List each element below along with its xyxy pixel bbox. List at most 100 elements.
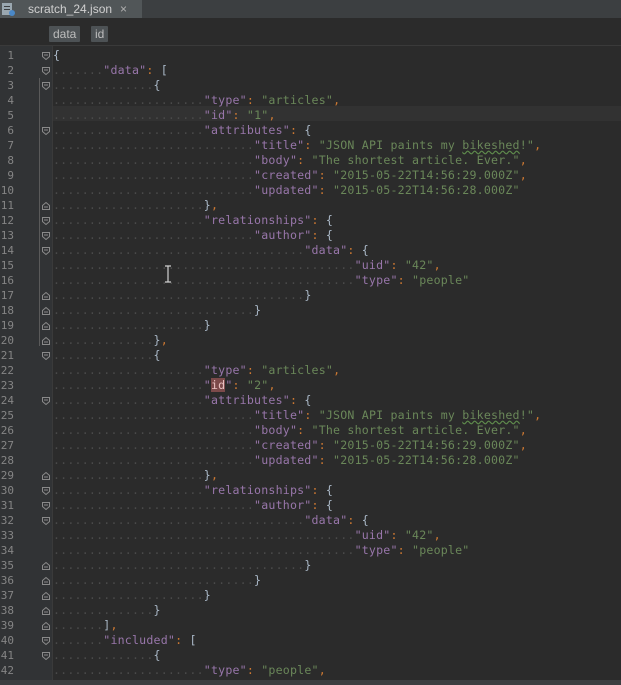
code-line[interactable]: .......],	[53, 618, 118, 633]
code-line[interactable]: ..............}	[53, 603, 161, 618]
code-line[interactable]: .....................},	[53, 198, 218, 213]
fold-end-icon[interactable]	[42, 577, 50, 585]
code-line[interactable]: ........................................…	[53, 273, 469, 288]
code-line[interactable]: ............................"created": "…	[53, 438, 527, 453]
json-punctuation: :	[289, 123, 305, 137]
json-punctuation: :	[232, 108, 247, 122]
code-line[interactable]: ............................"body": "The…	[53, 423, 527, 438]
code-line[interactable]: ...................................}	[53, 288, 312, 303]
code-line[interactable]: ............................"updated": "…	[53, 453, 520, 468]
indent-guide: ............................	[53, 138, 255, 152]
code-line[interactable]: ....................."type": "articles",	[53, 363, 340, 378]
fold-end-icon[interactable]	[42, 622, 50, 630]
fold-end-icon[interactable]	[42, 472, 50, 480]
code-line[interactable]: ............................}	[53, 303, 261, 318]
code-line[interactable]: ............................"author": {	[53, 498, 333, 513]
line-number: 38	[0, 604, 14, 617]
close-tab-icon[interactable]: ×	[120, 2, 127, 16]
code-line[interactable]: .....................}	[53, 588, 211, 603]
fold-end-icon[interactable]	[42, 307, 50, 315]
fold-collapse-icon[interactable]	[42, 247, 50, 255]
breadcrumb-item-data[interactable]: data	[49, 26, 81, 42]
code-line[interactable]: ............................"created": "…	[53, 168, 527, 183]
json-punctuation: :	[311, 498, 326, 512]
code-line[interactable]: ..................................."data…	[53, 243, 369, 258]
json-punctuation: :	[297, 423, 312, 437]
code-line[interactable]: ........................................…	[53, 258, 441, 273]
code-line[interactable]: ..................................."data…	[53, 513, 369, 528]
code-line[interactable]: ..............{	[53, 78, 161, 93]
line-number: 7	[7, 139, 14, 152]
json-string: "The shortest article. Ever."	[311, 153, 520, 167]
fold-end-icon[interactable]	[42, 592, 50, 600]
json-string: "1"	[246, 108, 269, 122]
code-line[interactable]: ............................"author": {	[53, 228, 333, 243]
json-punctuation: }	[254, 303, 262, 317]
fold-end-icon[interactable]	[42, 337, 50, 345]
line-number: 34	[0, 544, 14, 557]
code-line[interactable]: ....................."attributes": {	[53, 123, 312, 138]
code-line[interactable]: ....................."type": "people",	[53, 663, 326, 678]
code-line[interactable]: ....................."relationships": {	[53, 213, 333, 228]
fold-collapse-icon[interactable]	[42, 502, 50, 510]
indent-guide: .....................	[53, 213, 204, 227]
code-editor[interactable]: {......."data": [..............{........…	[53, 46, 621, 685]
fold-collapse-icon[interactable]	[42, 397, 50, 405]
code-line[interactable]: {	[53, 48, 60, 63]
json-punctuation: {	[304, 393, 312, 407]
fold-end-icon[interactable]	[42, 292, 50, 300]
code-line[interactable]: ............................"title": "JS…	[53, 408, 541, 423]
json-punctuation: {	[153, 348, 161, 362]
indent-guide: ........................................…	[53, 273, 355, 287]
fold-end-icon[interactable]	[42, 607, 50, 615]
fold-collapse-icon[interactable]	[42, 517, 50, 525]
code-line[interactable]: ....................."type": "articles",	[53, 93, 340, 108]
code-line[interactable]: ......."data": [	[53, 63, 168, 78]
json-punctuation: ,	[519, 153, 527, 167]
code-line[interactable]: ..............},	[53, 333, 168, 348]
fold-collapse-icon[interactable]	[42, 82, 50, 90]
fold-collapse-icon[interactable]	[42, 217, 50, 225]
code-line[interactable]: ....................."id": "1",	[53, 108, 276, 123]
code-line[interactable]: ....................."attributes": {	[53, 393, 312, 408]
line-number: 41	[0, 649, 14, 662]
json-punctuation: ,	[318, 663, 326, 677]
json-punctuation: :	[311, 228, 326, 242]
json-key: "attributes"	[203, 393, 290, 407]
code-line[interactable]: ............................"updated": "…	[53, 183, 520, 198]
fold-collapse-icon[interactable]	[42, 652, 50, 660]
json-file-icon	[2, 2, 15, 16]
json-key: "data"	[304, 513, 348, 527]
fold-end-icon[interactable]	[42, 562, 50, 570]
code-line[interactable]: ......."included": [	[53, 633, 197, 648]
line-number: 8	[7, 154, 14, 167]
code-line[interactable]: ............................"title": "JS…	[53, 138, 541, 153]
fold-collapse-icon[interactable]	[42, 232, 50, 240]
fold-collapse-icon[interactable]	[42, 127, 50, 135]
tab-scratch-file[interactable]: scratch_24.json ×	[0, 0, 142, 18]
fold-collapse-icon[interactable]	[42, 52, 50, 60]
json-string: "JSON API paints my bikeshed!"	[318, 138, 535, 152]
json-punctuation: :	[347, 243, 362, 257]
code-line[interactable]: ...................................}	[53, 558, 312, 573]
code-line[interactable]: ..............{	[53, 348, 161, 363]
json-key: "type"	[203, 93, 247, 107]
fold-collapse-icon[interactable]	[42, 352, 50, 360]
breadcrumb-item-id[interactable]: id	[91, 26, 109, 42]
fold-end-icon[interactable]	[42, 202, 50, 210]
code-line[interactable]: ....................."relationships": {	[53, 483, 333, 498]
code-line[interactable]: ............................}	[53, 573, 261, 588]
code-line[interactable]: ........................................…	[53, 543, 469, 558]
code-line[interactable]: .....................},	[53, 468, 218, 483]
code-line[interactable]: .....................}	[53, 318, 211, 333]
indent-guide: ..............	[53, 78, 154, 92]
code-line[interactable]: ........................................…	[53, 528, 441, 543]
fold-end-icon[interactable]	[42, 322, 50, 330]
fold-collapse-icon[interactable]	[42, 487, 50, 495]
fold-collapse-icon[interactable]	[42, 637, 50, 645]
indent-guide: .....................	[53, 108, 204, 122]
code-line[interactable]: ..............{	[53, 648, 161, 663]
fold-collapse-icon[interactable]	[42, 67, 50, 75]
code-line[interactable]: ....................."id": "2",	[53, 378, 276, 393]
code-line[interactable]: ............................"body": "The…	[53, 153, 527, 168]
